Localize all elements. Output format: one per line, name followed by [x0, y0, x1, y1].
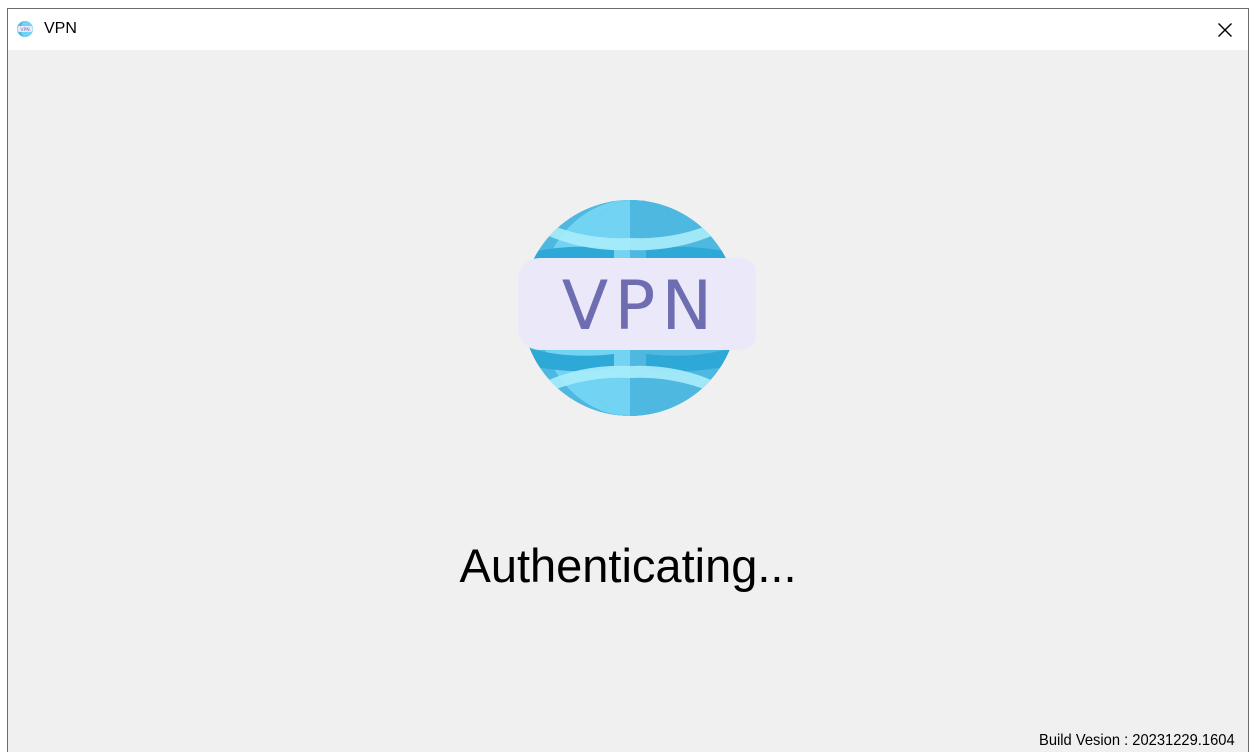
- build-version: Build Vesion : 20231229.1604: [1039, 732, 1235, 749]
- vpn-globe-logo: VPN: [518, 200, 756, 416]
- status-message: Authenticating...: [459, 539, 797, 592]
- logo-text: VPN: [562, 267, 718, 346]
- main-content: VPN Authenticating... Build Vesion : 202…: [8, 50, 1248, 752]
- close-button[interactable]: [1202, 9, 1248, 50]
- close-icon: [1218, 22, 1232, 37]
- window-title: VPN: [44, 20, 77, 37]
- vpn-globe-icon: VPN: [16, 20, 34, 38]
- svg-text:VPN: VPN: [20, 27, 29, 33]
- vpn-window: VPN VPN VPN Authenticating... Build Vesi…: [7, 8, 1249, 752]
- title-bar[interactable]: VPN VPN: [8, 9, 1248, 50]
